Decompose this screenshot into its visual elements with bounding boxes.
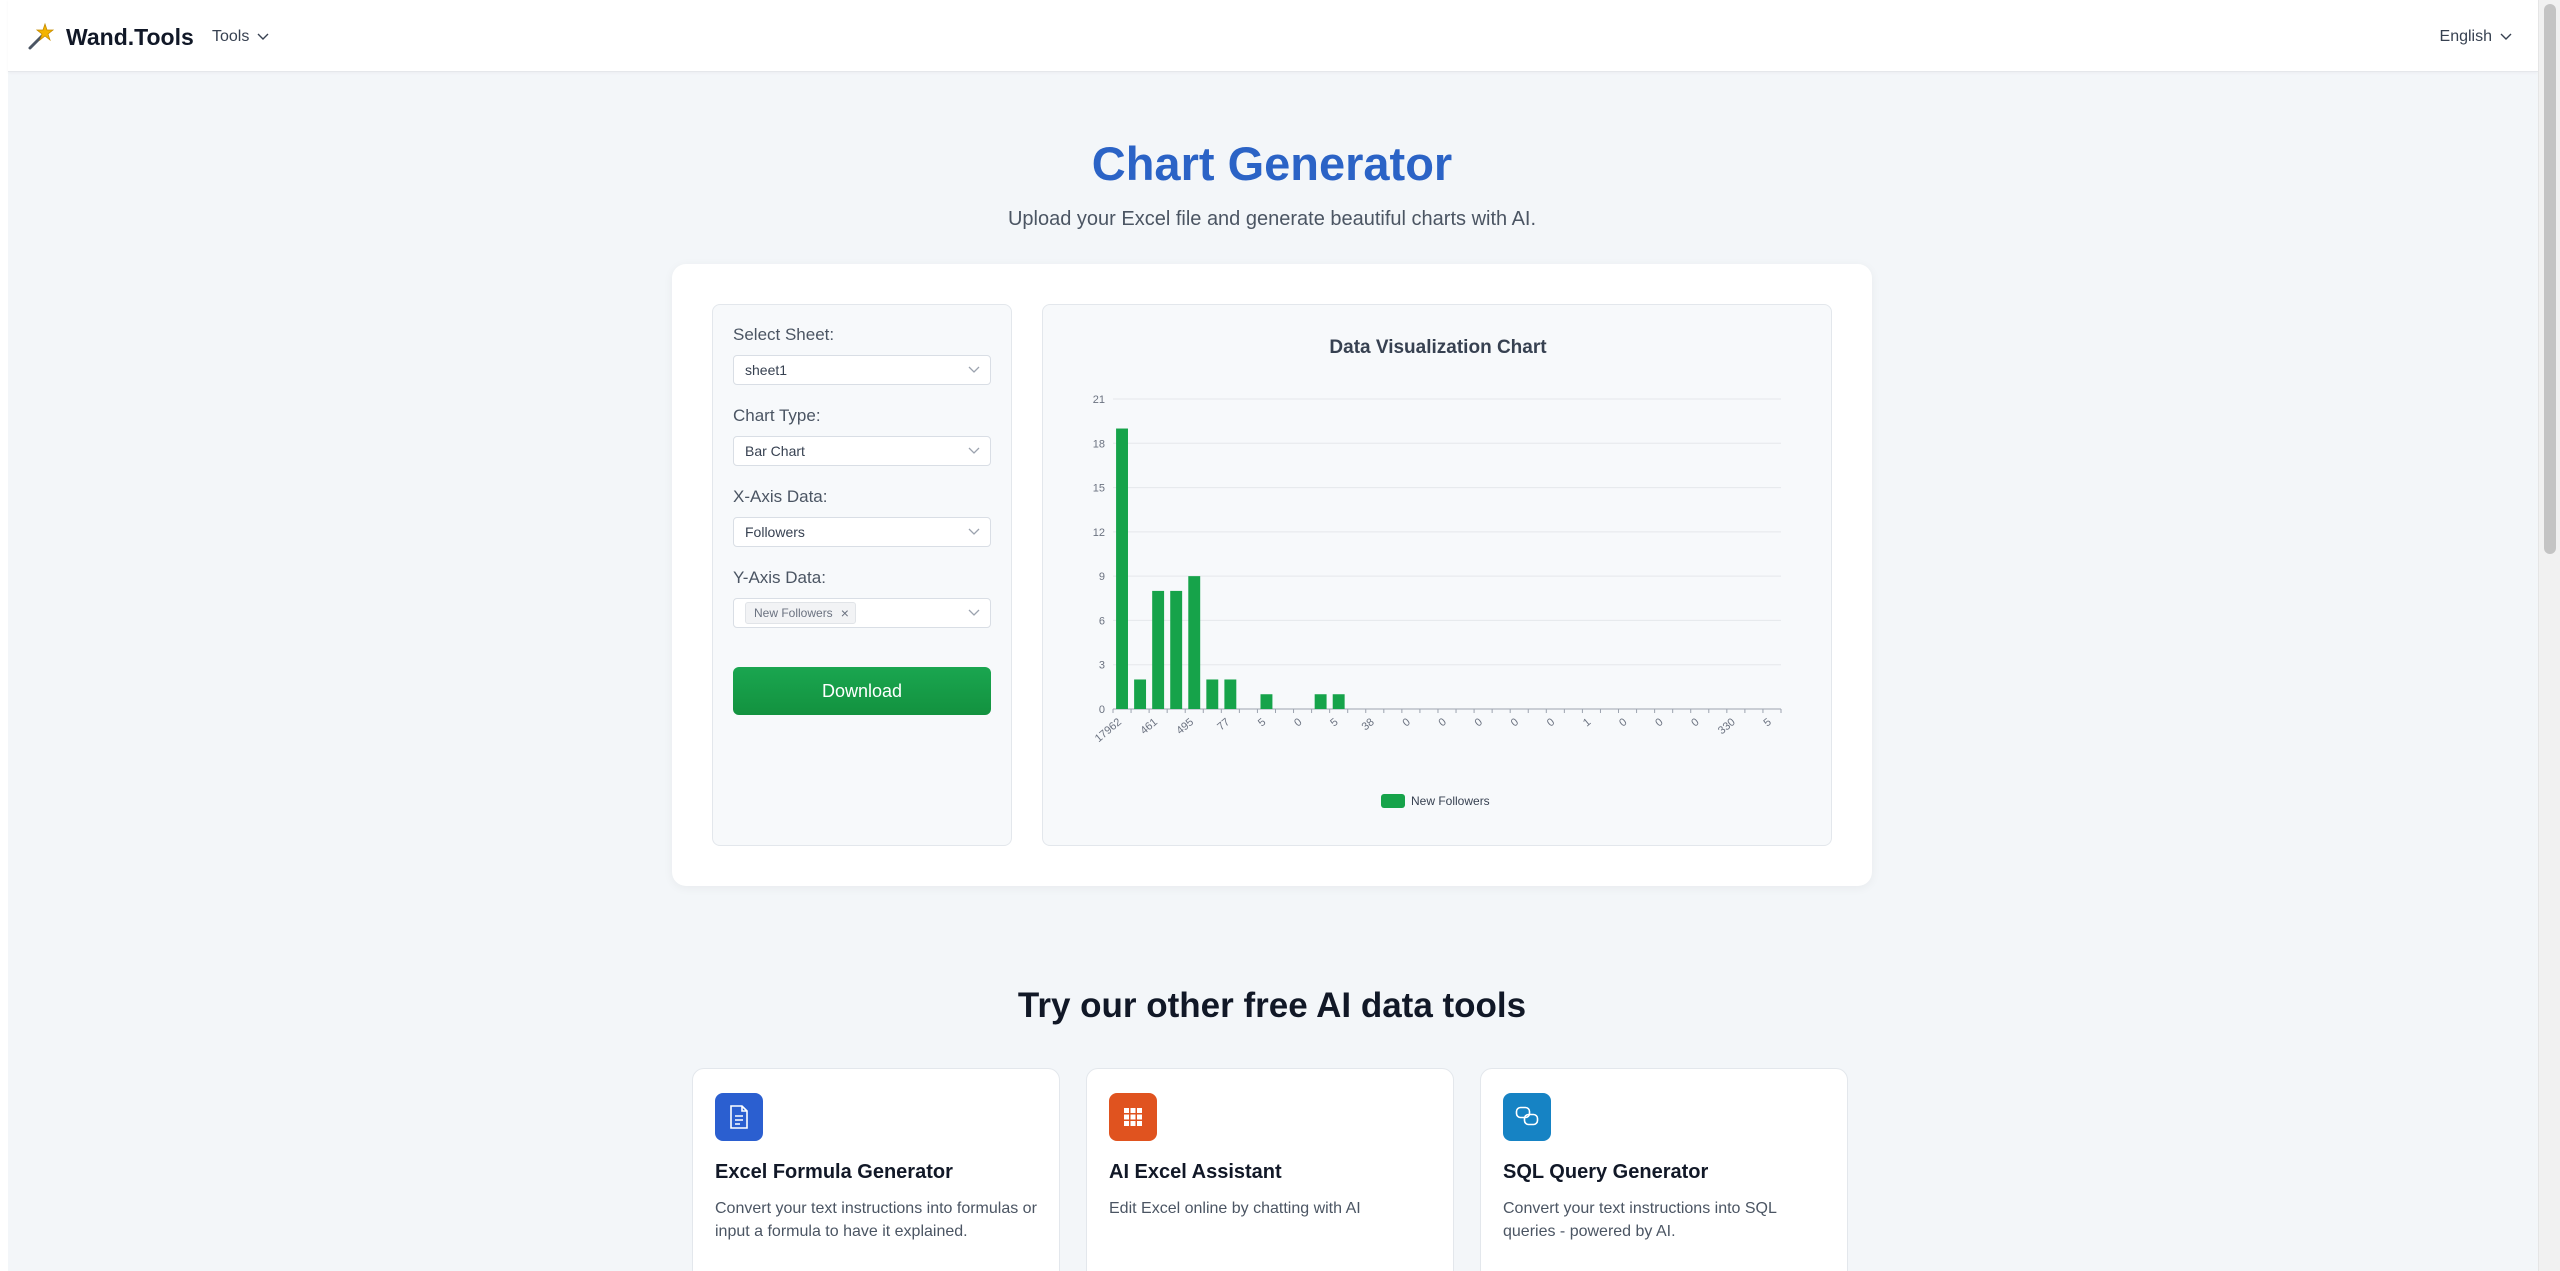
controls-panel: Select Sheet: sheet1 Chart Type: Bar Cha… — [712, 304, 1012, 846]
y-tick-label: 21 — [1093, 394, 1105, 406]
sheet-label: Select Sheet: — [733, 325, 835, 344]
grid-icon — [1124, 1108, 1142, 1126]
x-tick-label: 77 — [1215, 716, 1232, 733]
chart-type-value: Bar Chart — [745, 443, 805, 459]
chevron-down-icon — [968, 447, 980, 454]
tools-menu-label: Tools — [212, 28, 250, 45]
x-tick-label: 0 — [1400, 716, 1412, 729]
chart-type-select[interactable]: Bar Chart — [733, 436, 991, 466]
x-axis-select[interactable]: Followers — [733, 517, 991, 547]
tool-icon-box — [1109, 1093, 1157, 1141]
x-tick-label: 0 — [1292, 716, 1304, 729]
sheet-select-value: sheet1 — [745, 362, 788, 378]
bar — [1260, 694, 1273, 709]
x-tick-label: 5 — [1256, 716, 1268, 729]
remove-tag-icon[interactable]: × — [841, 605, 849, 621]
bar — [1134, 679, 1147, 709]
x-tick-label: 0 — [1437, 716, 1449, 729]
document-icon — [730, 1105, 748, 1129]
bar — [1116, 428, 1128, 709]
other-tools-heading: Try our other free AI data tools — [1017, 986, 1527, 1025]
y-tick-label: 15 — [1093, 483, 1105, 495]
scrollbar-thumb[interactable] — [2544, 4, 2556, 554]
bar — [1170, 590, 1183, 709]
x-tick-label: 0 — [1689, 716, 1701, 729]
x-tick-label: 0 — [1545, 716, 1557, 729]
bar — [1314, 694, 1327, 709]
x-axis-field: X-Axis Data: Followers — [733, 487, 993, 547]
y-tick-label: 3 — [1099, 660, 1105, 672]
x-axis-value: Followers — [745, 524, 805, 540]
bar — [1224, 679, 1237, 709]
x-tick-label: 17962 — [1093, 716, 1124, 745]
language-label: English — [2439, 28, 2492, 45]
y-axis-field: Y-Axis Data: New Followers × — [733, 568, 993, 628]
x-axis-label: X-Axis Data: — [733, 487, 828, 506]
x-tick-label: 1 — [1581, 716, 1593, 729]
y-axis-tag-label: New Followers — [754, 606, 833, 620]
brand-name: Wand.Tools — [66, 23, 194, 50]
chart-generator-card: Select Sheet: sheet1 Chart Type: Bar Cha… — [672, 264, 1872, 886]
page-title: Chart Generator — [1091, 137, 1453, 190]
y-tick-label: 9 — [1099, 571, 1105, 583]
y-tick-label: 6 — [1099, 615, 1105, 627]
chart-type-label: Chart Type: — [733, 406, 821, 425]
tool-card-ai-excel-assistant[interactable]: AI Excel Assistant Edit Excel online by … — [1086, 1068, 1454, 1271]
x-tick-label: 0 — [1473, 716, 1485, 729]
chart-type-field: Chart Type: Bar Chart — [733, 406, 993, 466]
y-axis-tag: New Followers × — [745, 602, 856, 624]
y-tick-label: 0 — [1099, 704, 1105, 716]
top-nav: Wand.Tools Tools English — [8, 0, 2538, 72]
language-selector[interactable]: English — [2440, 28, 2512, 46]
tool-card-sql-query-generator[interactable]: SQL Query Generator Convert your text in… — [1480, 1068, 1848, 1271]
bar — [1188, 576, 1201, 709]
brand-logo[interactable]: Wand.Tools — [26, 22, 194, 52]
sheet-select[interactable]: sheet1 — [733, 355, 991, 385]
tools-menu[interactable]: Tools — [212, 28, 269, 46]
x-tick-label: 0 — [1509, 716, 1521, 729]
y-axis-label: Y-Axis Data: — [733, 568, 826, 587]
x-tick-label: 330 — [1716, 716, 1738, 737]
x-tick-label: 0 — [1617, 716, 1629, 729]
bar — [1206, 679, 1219, 709]
chevron-down-icon — [2500, 33, 2512, 40]
tool-description: Edit Excel online by chatting with AI — [1109, 1200, 1361, 1217]
sheet-field: Select Sheet: sheet1 — [733, 325, 993, 385]
y-tick-label: 12 — [1093, 527, 1105, 539]
chat-icon — [1515, 1106, 1539, 1126]
x-tick-label: 5 — [1328, 716, 1340, 729]
download-button[interactable]: Download — [733, 667, 991, 715]
tool-description: Convert your text instructions into SQL … — [1503, 1200, 1777, 1240]
x-tick-label: 495 — [1174, 716, 1196, 737]
x-tick-label: 5 — [1761, 716, 1773, 729]
tool-name: Excel Formula Generator — [715, 1161, 953, 1183]
y-tick-label: 18 — [1093, 438, 1105, 450]
bar — [1152, 590, 1165, 709]
chevron-down-icon — [968, 366, 980, 373]
legend-swatch — [1381, 794, 1405, 808]
chevron-down-icon — [968, 528, 980, 535]
tool-icon-box — [715, 1093, 763, 1141]
tool-card-excel-formula-generator[interactable]: Excel Formula Generator Convert your tex… — [692, 1068, 1060, 1271]
x-tick-label: 38 — [1360, 716, 1377, 733]
tool-name: SQL Query Generator — [1503, 1161, 1709, 1183]
legend-label: New Followers — [1411, 794, 1490, 808]
page-scrollbar[interactable] — [2538, 0, 2560, 1271]
bar-chart: 0 3 6 9 12 15 18 21 17962 461 495 77 5 0 5 38 0 0 0 0 0 1 0 0 0 3… — [1093, 394, 1782, 808]
chevron-down-icon — [968, 609, 980, 616]
chart-panel: Data Visualization Chart 0 3 6 9 12 15 18 21 179… — [1042, 304, 1832, 846]
magic-wand-icon — [28, 22, 55, 50]
bar — [1332, 694, 1345, 709]
tool-name: AI Excel Assistant — [1109, 1161, 1282, 1183]
chevron-down-icon — [257, 33, 269, 40]
y-axis-select[interactable]: New Followers × — [733, 598, 991, 628]
x-tick-label: 0 — [1653, 716, 1665, 729]
page-subtitle: Upload your Excel file and generate beau… — [1007, 208, 1537, 230]
x-tick-label: 461 — [1138, 716, 1160, 737]
tool-description: Convert your text instructions into form… — [715, 1200, 1037, 1240]
tool-icon-box — [1503, 1093, 1551, 1141]
